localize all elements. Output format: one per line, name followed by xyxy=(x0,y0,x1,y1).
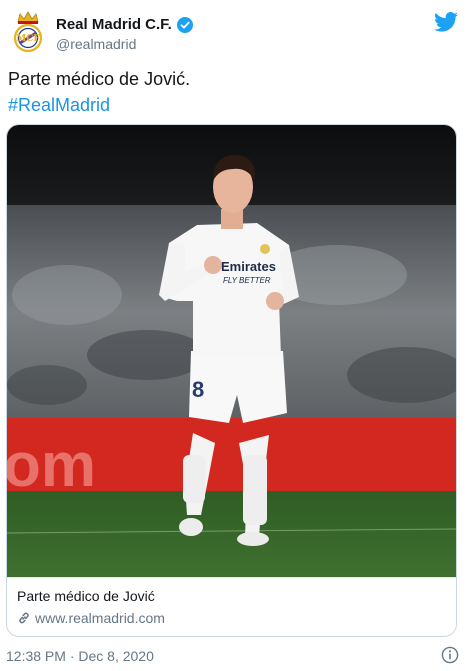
link-icon xyxy=(19,612,29,624)
shirt-sponsor: Emirates xyxy=(221,259,276,274)
real-madrid-crest-avatar[interactable]: MCF xyxy=(10,10,46,54)
card-photo[interactable]: om 8 Emirates FLY BETTER xyxy=(7,125,456,577)
tweet-header: MCF Real Madrid C.F. @realmadrid xyxy=(10,10,460,56)
hashtag-link[interactable]: #RealMadrid xyxy=(8,92,190,118)
shirt-tagline: FLY BETTER xyxy=(223,276,271,285)
tweet-timestamp[interactable]: 12:38 PM · Dec 8, 2020 xyxy=(6,648,154,664)
twitter-bird-icon[interactable] xyxy=(434,12,458,32)
svg-text:MCF: MCF xyxy=(16,34,40,44)
card-title[interactable]: Parte médico de Jović xyxy=(17,588,155,604)
card-meta[interactable]: Parte médico de Jović www.realmadrid.com xyxy=(7,577,456,636)
author-display-name[interactable]: Real Madrid C.F. xyxy=(56,16,172,33)
author-block[interactable]: Real Madrid C.F. @realmadrid xyxy=(56,16,193,52)
tweet-footer: 12:38 PM · Dec 8, 2020 xyxy=(6,646,461,666)
tweet-body: Parte médico de Jović. #RealMadrid xyxy=(8,66,190,118)
card-domain-text[interactable]: www.realmadrid.com xyxy=(35,610,165,626)
link-card[interactable]: om 8 Emirates FLY BETTER Parte médico de… xyxy=(6,124,457,637)
verified-badge-icon xyxy=(176,16,193,33)
embedded-tweet: MCF Real Madrid C.F. @realmadrid Parte m… xyxy=(0,0,467,671)
author-handle[interactable]: @realmadrid xyxy=(56,36,193,52)
shorts-number: 8 xyxy=(192,377,204,402)
ad-board-text: om xyxy=(7,431,96,500)
tweet-text-line: Parte médico de Jović. xyxy=(8,69,191,89)
info-icon[interactable] xyxy=(441,646,459,664)
card-domain[interactable]: www.realmadrid.com xyxy=(17,610,165,626)
